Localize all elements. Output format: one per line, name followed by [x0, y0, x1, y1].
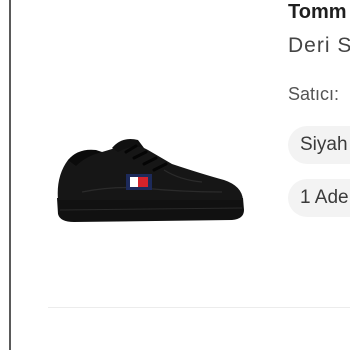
seller-label: Satıcı:: [288, 84, 340, 104]
product-image[interactable]: [52, 130, 252, 230]
left-divider: [9, 0, 11, 350]
brand-flag-icon: [126, 174, 152, 190]
bottom-divider: [48, 307, 350, 308]
quantity-chip[interactable]: 1 Ade: [288, 179, 350, 217]
product-name[interactable]: Deri S: [288, 33, 350, 59]
product-brand[interactable]: Tomm: [288, 0, 347, 24]
color-chip[interactable]: Siyah: [288, 126, 350, 164]
sneaker-icon: [57, 139, 244, 222]
